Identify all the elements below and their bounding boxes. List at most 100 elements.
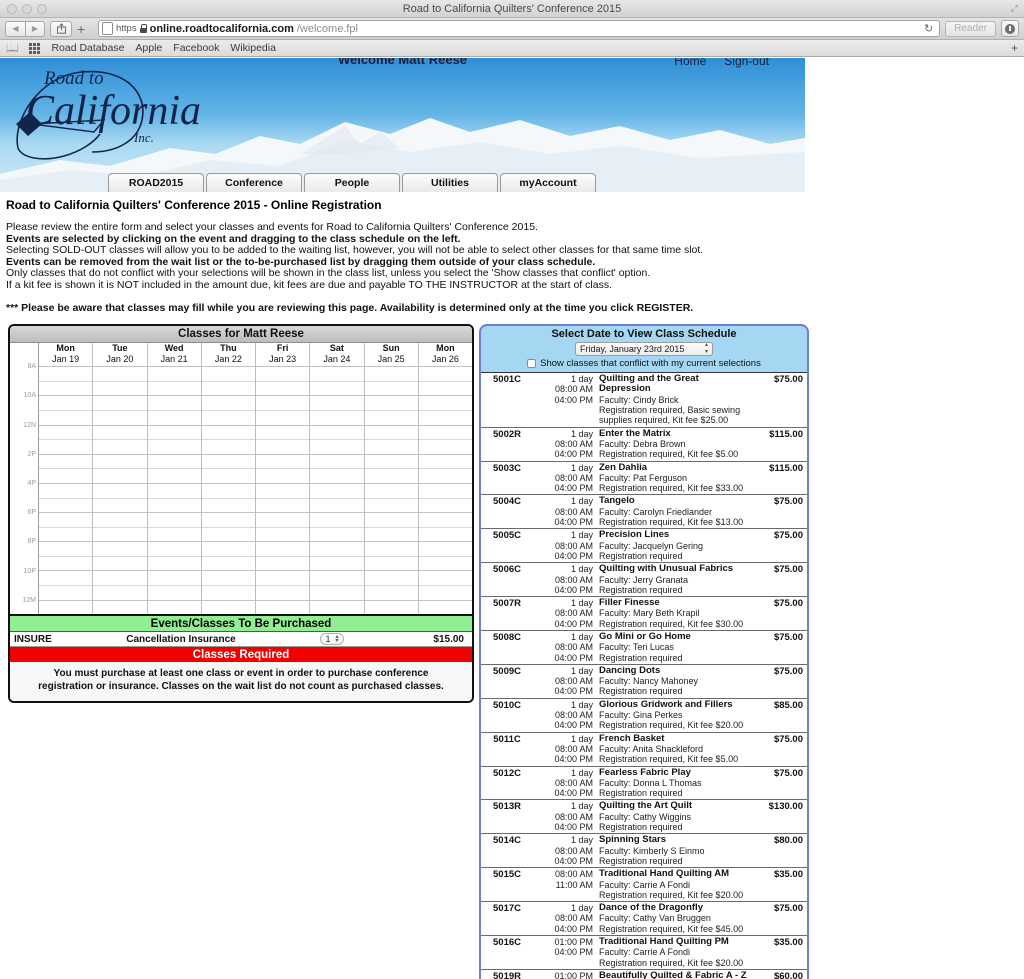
schedule-slot[interactable]: [93, 409, 147, 425]
schedule-slot[interactable]: [147, 424, 201, 440]
schedule-slot[interactable]: [147, 482, 201, 498]
schedule-slot[interactable]: [39, 570, 93, 585]
class-list-row[interactable]: 5010C 1 day 08:00 AM 04:00 PM Glorious Gridw…: [481, 699, 807, 733]
quantity-stepper[interactable]: 1 ▴ ▾: [320, 633, 344, 646]
schedule-slot[interactable]: [418, 468, 472, 483]
schedule-slot[interactable]: [147, 541, 201, 556]
schedule-slot[interactable]: [39, 497, 93, 513]
schedule-slot[interactable]: [201, 380, 255, 396]
schedule-slot[interactable]: [201, 439, 255, 454]
schedule-slot[interactable]: [93, 570, 147, 585]
schedule-slot[interactable]: [201, 409, 255, 425]
schedule-slot[interactable]: [147, 453, 201, 469]
fullscreen-icon[interactable]: ⤢: [1011, 3, 1018, 14]
schedule-slot[interactable]: [364, 555, 418, 571]
schedule-slot[interactable]: [93, 395, 147, 410]
schedule-slot[interactable]: [201, 599, 255, 615]
schedule-slot[interactable]: [147, 409, 201, 425]
schedule-slot[interactable]: [256, 512, 310, 527]
tab-people[interactable]: People: [304, 173, 400, 192]
add-bookmark-icon[interactable]: +: [1011, 41, 1018, 55]
schedule-slot[interactable]: [147, 380, 201, 396]
schedule-slot[interactable]: [93, 424, 147, 440]
schedule-slot[interactable]: [364, 512, 418, 527]
class-list-row[interactable]: 5001C 1 day 08:00 AM 04:00 PM Quilting and t…: [481, 373, 807, 428]
schedule-slot[interactable]: [201, 585, 255, 600]
schedule-slot[interactable]: [310, 395, 364, 410]
schedule-slot[interactable]: [310, 468, 364, 483]
class-list-row[interactable]: 5017C 1 day 08:00 AM 04:00 PM Dance of the D…: [481, 902, 807, 936]
schedule-slot[interactable]: [147, 439, 201, 454]
schedule-day-column[interactable]: Thu Jan 22: [200, 343, 255, 615]
schedule-slots[interactable]: [364, 366, 418, 614]
schedule-slot[interactable]: [201, 555, 255, 571]
class-list-row[interactable]: 5012C 1 day 08:00 AM 04:00 PM Fearless Fabri…: [481, 767, 807, 801]
schedule-slot[interactable]: [418, 497, 472, 513]
schedule-slot[interactable]: [418, 599, 472, 615]
sidebar-icon[interactable]: 📖: [6, 43, 18, 54]
class-list-row[interactable]: 5002R 1 day 08:00 AM 04:00 PM Enter the Matr…: [481, 428, 807, 462]
schedule-slot[interactable]: [147, 468, 201, 483]
tab-utilities[interactable]: Utilities: [402, 173, 498, 192]
class-list-row[interactable]: 5011C 1 day 08:00 AM 04:00 PM French Basket F…: [481, 733, 807, 767]
schedule-slot[interactable]: [93, 482, 147, 498]
schedule-slot[interactable]: [39, 409, 93, 425]
schedule-slot[interactable]: [256, 570, 310, 585]
schedule-slot[interactable]: [310, 366, 364, 381]
schedule-grid[interactable]: 8A 10A 12N 2P 4P 6P 8P 10P 12M Mon Jan 19 Tue Jan 2…: [10, 343, 472, 615]
schedule-slot[interactable]: [93, 541, 147, 556]
schedule-slot[interactable]: [93, 526, 147, 542]
schedule-slot[interactable]: [364, 482, 418, 498]
reader-button[interactable]: Reader: [945, 20, 996, 37]
schedule-slot[interactable]: [93, 453, 147, 469]
class-list-row[interactable]: 5003C 1 day 08:00 AM 04:00 PM Zen Dahlia Facu…: [481, 462, 807, 496]
schedule-slot[interactable]: [310, 585, 364, 600]
schedule-slot[interactable]: [147, 570, 201, 585]
schedule-slots[interactable]: [418, 366, 472, 615]
schedule-slot[interactable]: [147, 366, 201, 381]
class-list-row[interactable]: 5016C 01:00 PM 04:00 PM Traditional Hand Qu…: [481, 936, 807, 970]
schedule-slot[interactable]: [39, 585, 93, 600]
class-list-row[interactable]: 5019R01:00 PM04:00 PMBeautifully Quilted…: [481, 970, 807, 979]
back-icon[interactable]: ◀: [5, 20, 25, 37]
bookmark-facebook[interactable]: Facebook: [173, 42, 219, 54]
quantity-stepper-wrap[interactable]: 1 ▴ ▾: [272, 633, 392, 646]
schedule-slot[interactable]: [364, 468, 418, 483]
schedule-slot[interactable]: [310, 380, 364, 396]
schedule-slot[interactable]: [256, 585, 310, 600]
schedule-slot[interactable]: [93, 366, 147, 381]
schedule-slots[interactable]: [93, 366, 147, 614]
schedule-slot[interactable]: [39, 453, 93, 469]
schedule-slot[interactable]: [418, 366, 472, 381]
schedule-slot[interactable]: [39, 468, 93, 483]
schedule-slot[interactable]: [201, 541, 255, 556]
schedule-slot[interactable]: [310, 555, 364, 571]
schedule-slot[interactable]: [201, 482, 255, 498]
schedule-slot[interactable]: [39, 366, 93, 381]
show-conflicts-checkbox[interactable]: [527, 359, 537, 369]
tab-myaccount[interactable]: myAccount: [500, 173, 596, 192]
schedule-slot[interactable]: [39, 541, 93, 556]
schedule-slot[interactable]: [256, 526, 310, 542]
schedule-slot[interactable]: [418, 409, 472, 425]
downloads-icon[interactable]: [1001, 20, 1019, 37]
address-bar[interactable]: https online.roadtocalifornia.com /welco…: [98, 20, 941, 37]
schedule-slots[interactable]: [256, 366, 310, 614]
schedule-slot[interactable]: [364, 541, 418, 556]
schedule-slot[interactable]: [364, 570, 418, 585]
bookmark-wikipedia[interactable]: Wikipedia: [230, 42, 276, 54]
schedule-slot[interactable]: [147, 599, 201, 615]
new-tab-button[interactable]: +: [77, 21, 93, 37]
class-list-row[interactable]: 5015C 08:00 AM 11:00 AM Traditional Hand Qu…: [481, 868, 807, 903]
class-list-row[interactable]: 5004C 1 day 08:00 AM 04:00 PM Tangelo Faculty…: [481, 495, 807, 530]
schedule-slot[interactable]: [39, 526, 93, 542]
schedule-slot[interactable]: [201, 366, 255, 381]
schedule-slot[interactable]: [93, 439, 147, 454]
share-icon[interactable]: [50, 20, 72, 37]
schedule-slot[interactable]: [93, 512, 147, 527]
reload-icon[interactable]: ↻: [924, 22, 936, 35]
class-list-row[interactable]: 5007R 1 day 08:00 AM 04:00 PM Filler Finesse…: [481, 597, 807, 631]
schedule-slots[interactable]: [310, 366, 364, 614]
stepper-arrows-icon[interactable]: ▴ ▾: [336, 634, 339, 644]
schedule-slot[interactable]: [147, 555, 201, 571]
